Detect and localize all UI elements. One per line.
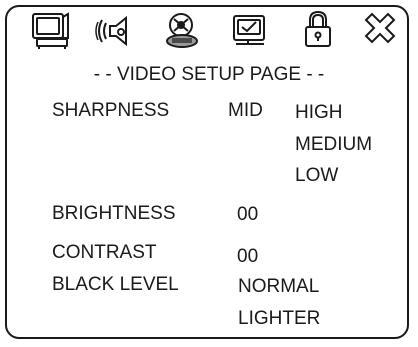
dolby-setup-icon[interactable] — [160, 8, 204, 52]
exit-icon[interactable] — [358, 8, 402, 52]
sharpness-option-high[interactable]: HIGH — [295, 102, 343, 124]
black-level-option-normal[interactable]: NORMAL — [238, 276, 319, 298]
contrast-value[interactable]: 00 — [237, 246, 258, 268]
general-setup-icon[interactable] — [29, 8, 73, 52]
video-setup-icon[interactable] — [228, 8, 272, 52]
audio-setup-icon[interactable] — [94, 8, 138, 52]
page-title: - - VIDEO SETUP PAGE - - — [93, 64, 325, 85]
sharpness-current-value[interactable]: MID — [228, 100, 263, 122]
black-level-label: BLACK LEVEL — [52, 274, 179, 295]
black-level-option-lighter[interactable]: LIGHTER — [238, 308, 320, 330]
sharpness-option-low[interactable]: LOW — [295, 165, 338, 187]
brightness-label: BRIGHTNESS — [52, 203, 176, 224]
setup-toolbar — [0, 0, 418, 58]
brightness-value[interactable]: 00 — [237, 204, 258, 226]
sharpness-option-medium[interactable]: MEDIUM — [295, 134, 372, 156]
sharpness-label: SHARPNESS — [52, 100, 170, 121]
contrast-label: CONTRAST — [52, 242, 157, 263]
lock-icon[interactable] — [296, 8, 340, 52]
